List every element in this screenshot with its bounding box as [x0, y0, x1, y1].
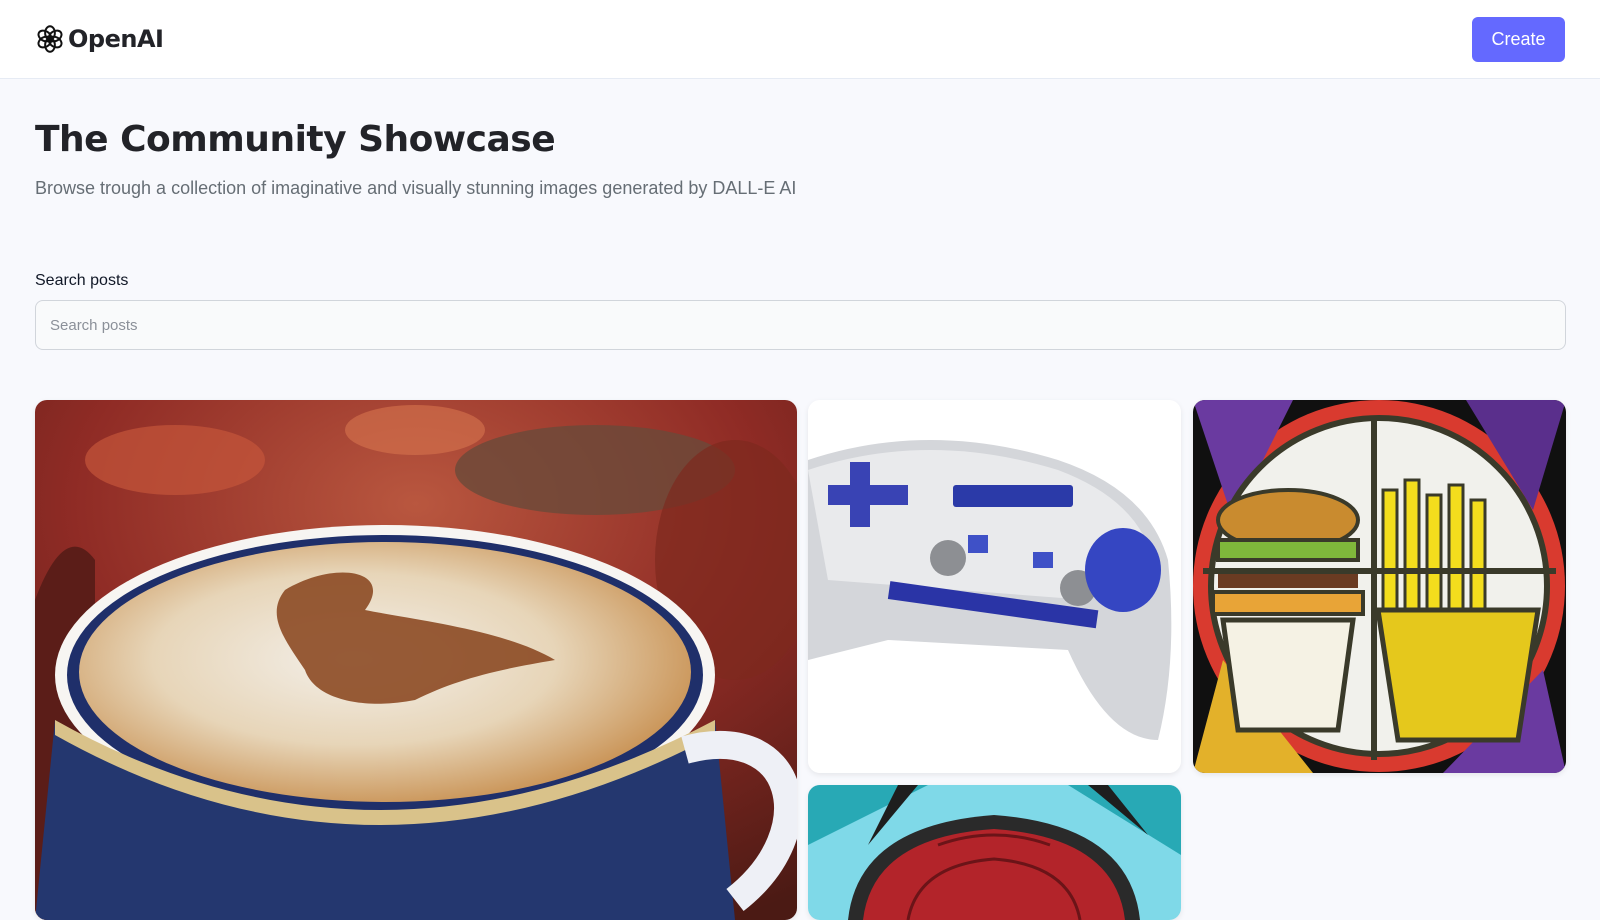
search-input[interactable] [35, 300, 1566, 350]
openai-logo-link[interactable]: OpenAI [35, 24, 164, 54]
logo-text: OpenAI [68, 25, 164, 53]
gallery-card-cappuccino[interactable] [35, 400, 797, 920]
top-navbar: OpenAI Create [0, 0, 1600, 79]
create-button[interactable]: Create [1472, 16, 1565, 62]
gallery-card-controller[interactable] [808, 400, 1181, 773]
page-title: The Community Showcase [35, 119, 556, 160]
game-controller-image [808, 400, 1181, 773]
cappuccino-image [35, 400, 797, 920]
gallery-card-stained-glass[interactable] [1193, 400, 1566, 773]
openai-logo-icon [37, 25, 63, 53]
page-subtitle: Browse trough a collection of imaginativ… [35, 178, 797, 198]
stained-glass-image [1193, 400, 1566, 773]
search-label: Search posts [35, 272, 129, 289]
main-content: The Community Showcase Browse trough a c… [35, 79, 1566, 350]
